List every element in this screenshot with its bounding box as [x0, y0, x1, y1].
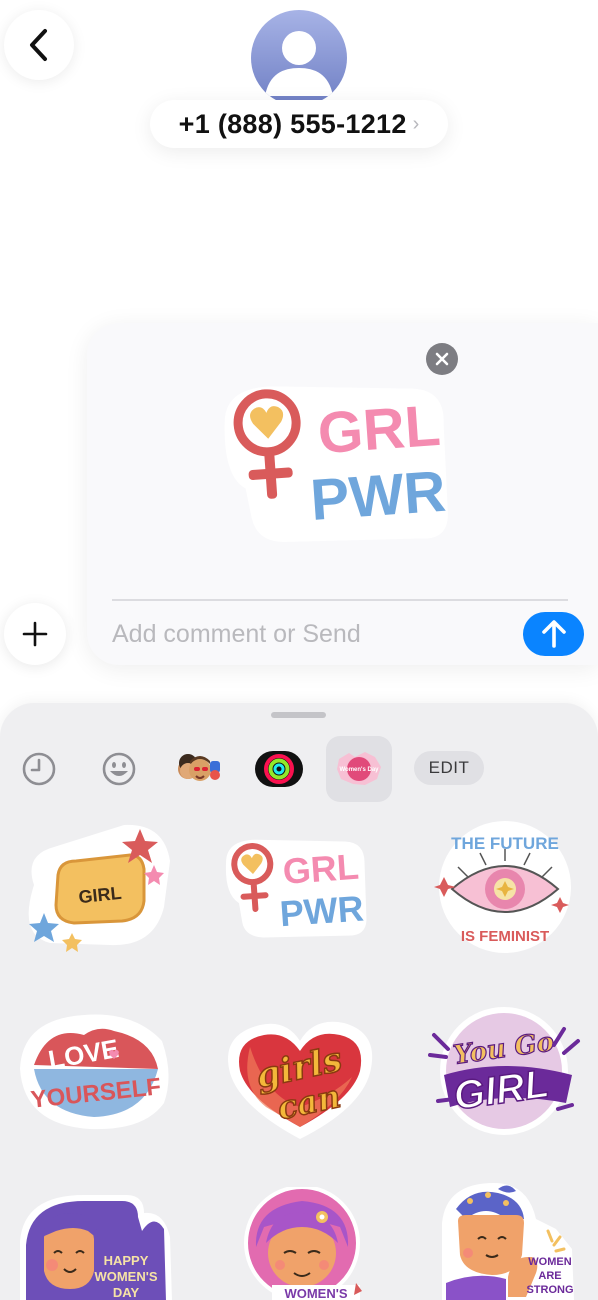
womens-label-text: WOMEN'S — [284, 1286, 347, 1300]
are-text: ARE — [538, 1270, 561, 1282]
send-button[interactable] — [523, 612, 584, 656]
sticker-grl-pwr[interactable]: GRL PWR — [222, 831, 372, 943]
activity-rings-icon — [255, 751, 303, 787]
pwr-text: PWR — [278, 887, 365, 934]
sticker-drawer: Women's Day EDIT GIRL GRL PWR THE FUTURE — [0, 703, 598, 1300]
grl-text: GRL — [281, 846, 360, 892]
attached-sticker-grl-text: GRL — [316, 393, 443, 466]
add-attachment-button[interactable] — [4, 603, 66, 665]
attached-sticker-pwr-text: PWR — [308, 459, 448, 533]
chevron-left-icon — [30, 29, 47, 61]
chevron-right-icon: › — [412, 112, 420, 135]
womens-day-pack-tab[interactable]: Women's Day — [326, 736, 392, 802]
womens-text: WOMEN'S — [94, 1269, 157, 1284]
comment-input[interactable] — [112, 612, 507, 656]
clock-icon — [22, 752, 56, 786]
emoji-tab[interactable] — [86, 736, 152, 802]
sticker-love-yourself[interactable]: LOVE YOURSELF — [14, 1005, 174, 1135]
happy-text: HAPPY — [104, 1253, 149, 1268]
sticker-women-are-strong[interactable]: WOMEN ARE STRONG — [436, 1179, 576, 1300]
womens-day-pack-icon: Women's Day — [337, 752, 381, 785]
remove-sticker-button[interactable] — [426, 343, 458, 375]
edit-button[interactable]: EDIT — [414, 751, 484, 785]
sticker-girl-fist[interactable]: GIRL — [14, 815, 174, 960]
pack-badge-text: Women's Day — [340, 767, 380, 773]
memoji-stickers-icon — [178, 754, 220, 781]
arrow-up-icon — [541, 620, 566, 648]
smiley-icon — [102, 752, 136, 786]
sticker-happy-womens-day[interactable]: HAPPY WOMEN'S DAY — [14, 1191, 174, 1300]
attached-grl-pwr-sticker: GRL PWR — [224, 386, 448, 543]
person-icon — [265, 31, 333, 96]
contact-name-pill[interactable]: +1 (888) 555-1212 › — [150, 100, 448, 148]
back-button[interactable] — [4, 10, 74, 80]
drawer-grabber[interactable] — [271, 712, 326, 718]
plus-icon — [22, 621, 48, 647]
contact-avatar[interactable] — [251, 10, 347, 106]
sticker-you-go-girl[interactable]: You Go GIRL — [424, 1005, 584, 1141]
recents-tab[interactable] — [6, 736, 72, 802]
sticker-future-is-feminist[interactable]: THE FUTURE IS FEMINIST — [428, 817, 578, 967]
women-text: WOMEN — [528, 1256, 571, 1268]
day-text: DAY — [113, 1285, 140, 1300]
sticker-girls-can[interactable]: girls can — [228, 1021, 373, 1139]
strong-text: STRONG — [526, 1284, 573, 1296]
activity-tab[interactable] — [246, 736, 312, 802]
future-bottom-text: IS FEMINIST — [461, 928, 549, 945]
close-icon — [435, 352, 449, 366]
sticker-womens[interactable]: WOMEN'S — [232, 1187, 372, 1300]
contact-name: +1 (888) 555-1212 — [178, 108, 407, 139]
compose-divider — [112, 599, 568, 601]
memoji-tab[interactable] — [166, 736, 232, 802]
